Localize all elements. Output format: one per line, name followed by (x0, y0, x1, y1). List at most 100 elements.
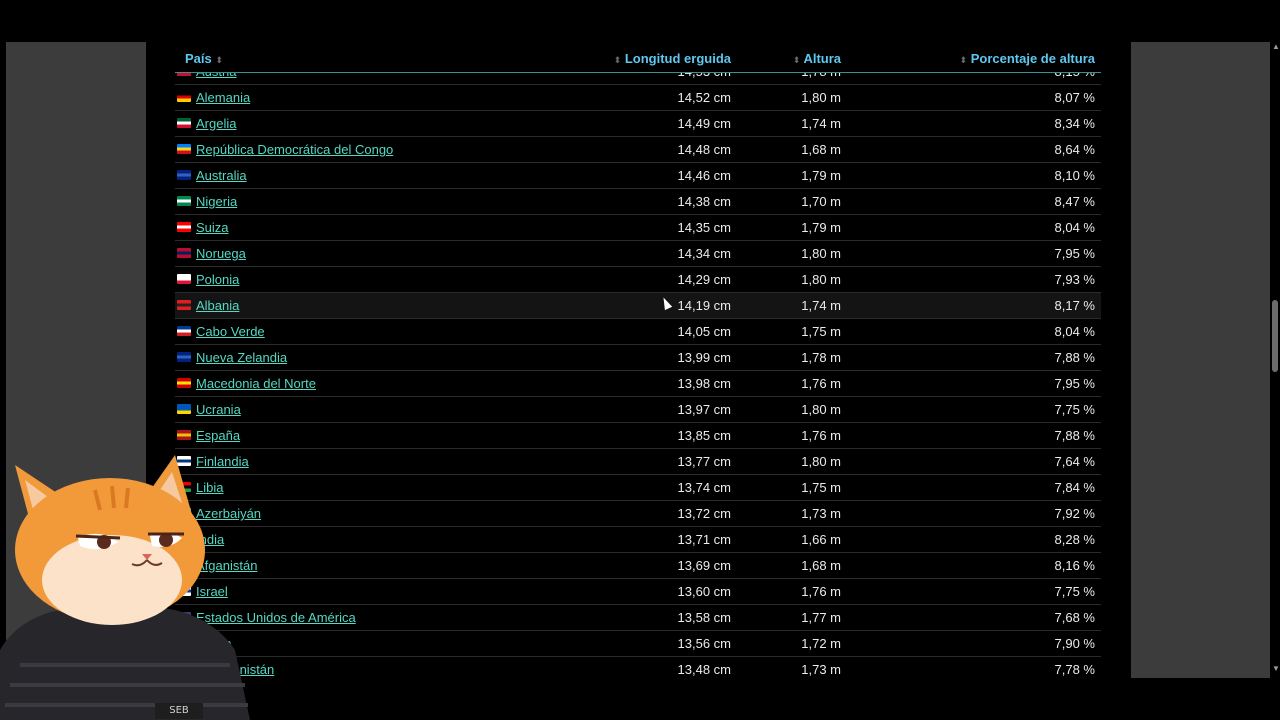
country-link[interactable]: Ucrania (196, 402, 241, 417)
flag-icon (177, 378, 191, 388)
cell-longitud: 14,46 cm (677, 168, 731, 183)
sort-icon: ⬍ (613, 55, 622, 65)
cell-porcentaje: 7,75 % (1054, 584, 1095, 599)
cell-porcentaje: 8,07 % (1054, 90, 1095, 105)
scrollbar-thumb[interactable] (1272, 300, 1278, 372)
cell-altura: 1,73 m (801, 506, 841, 521)
cell-altura: 1,80 m (801, 454, 841, 469)
cell-longitud: 13,72 cm (677, 506, 731, 521)
column-header-porcentaje[interactable]: ⬍ Porcentaje de altura (960, 51, 1095, 66)
table-row: Afganistán 13,69 cm 1,68 m 8,16 % (175, 553, 1101, 579)
cell-porcentaje: 7,93 % (1054, 272, 1095, 287)
country-link[interactable]: Macedonia del Norte (196, 376, 316, 391)
cell-longitud: 13,48 cm (677, 662, 731, 677)
country-link[interactable]: España (196, 428, 240, 443)
cell-altura: 1,77 m (801, 610, 841, 625)
country-link[interactable]: República Democrática del Congo (196, 142, 393, 157)
cell-porcentaje: 7,84 % (1054, 480, 1095, 495)
cell-porcentaje: 7,95 % (1054, 246, 1095, 261)
flag-icon (177, 274, 191, 284)
cell-altura: 1,80 m (801, 246, 841, 261)
cell-porcentaje: 7,88 % (1054, 350, 1095, 365)
cell-porcentaje: 7,92 % (1054, 506, 1095, 521)
table-row: Nueva Zelandia 13,99 cm 1,78 m 7,88 % (175, 345, 1101, 371)
cell-porcentaje: 7,68 % (1054, 610, 1095, 625)
table-row: Israel 13,60 cm 1,76 m 7,75 % (175, 579, 1101, 605)
country-link[interactable]: Argelia (196, 116, 236, 131)
table-row: Nigeria 14,38 cm 1,70 m 8,47 % (175, 189, 1101, 215)
cell-altura: 1,68 m (801, 558, 841, 573)
table-row: Ucrania 13,97 cm 1,80 m 7,75 % (175, 397, 1101, 423)
cell-longitud: 13,69 cm (677, 558, 731, 573)
country-link[interactable]: Albania (196, 298, 239, 313)
table-body: Austria14,53 cm1,78 m8,15 %Alemania14,52… (175, 59, 1101, 678)
cell-altura: 1,80 m (801, 90, 841, 105)
sort-icon: ⬍ (959, 55, 968, 65)
scroll-down-icon[interactable]: ▼ (1272, 664, 1280, 674)
cell-porcentaje: 8,28 % (1054, 532, 1095, 547)
cell-longitud: 13,85 cm (677, 428, 731, 443)
cell-altura: 1,74 m (801, 298, 841, 313)
cell-longitud: 14,49 cm (677, 116, 731, 131)
cell-altura: 1,80 m (801, 402, 841, 417)
cell-longitud: 13,97 cm (677, 402, 731, 417)
country-link[interactable]: Nueva Zelandia (196, 350, 287, 365)
cell-altura: 1,78 m (801, 350, 841, 365)
table-row: Alemania 14,52 cm 1,80 m 8,07 % (175, 85, 1101, 111)
cell-altura: 1,79 m (801, 220, 841, 235)
sort-icon: ⬍ (792, 55, 801, 65)
table-row: Libia 13,74 cm 1,75 m 7,84 % (175, 475, 1101, 501)
cell-longitud: 13,60 cm (677, 584, 731, 599)
cell-porcentaje: 8,10 % (1054, 168, 1095, 183)
cell-altura: 1,70 m (801, 194, 841, 209)
table-row: Albania 14,19 cm 1,74 m 8,17 % (175, 293, 1101, 319)
sort-icon: ⬍ (215, 55, 223, 65)
cell-porcentaje: 7,75 % (1054, 402, 1095, 417)
table-row: Noruega 14,34 cm 1,80 m 7,95 % (175, 241, 1101, 267)
cell-altura: 1,72 m (801, 636, 841, 651)
table-row: Cabo Verde 14,05 cm 1,75 m 8,04 % (175, 319, 1101, 345)
table-header: País ⬍ ⬍ Longitud erguida ⬍ Altura ⬍ Por… (175, 42, 1101, 73)
cell-longitud: 14,34 cm (677, 246, 731, 261)
cell-altura: 1,73 m (801, 662, 841, 677)
country-link[interactable]: Cabo Verde (196, 324, 265, 339)
page-content: País ⬍ ⬍ Longitud erguida ⬍ Altura ⬍ Por… (146, 42, 1131, 678)
table-row: Estados Unidos de América 13,58 cm 1,77 m7… (175, 605, 1101, 631)
scroll-up-icon[interactable]: ▲ (1272, 42, 1280, 52)
flag-icon (177, 222, 191, 232)
column-label-longitud: Longitud erguida (624, 51, 731, 66)
country-link[interactable]: Nigeria (196, 194, 237, 209)
column-header-longitud[interactable]: ⬍ Longitud erguida (614, 51, 731, 66)
cell-altura: 1,76 m (801, 584, 841, 599)
country-link[interactable]: Australia (196, 168, 247, 183)
cell-longitud: 14,52 cm (677, 90, 731, 105)
flag-icon (177, 352, 191, 362)
country-link[interactable]: Suiza (196, 220, 229, 235)
table-row: Turkmenistán13,48 cm1,73 m7,78 % (175, 657, 1101, 678)
table-row: Australia 14,46 cm 1,79 m 8,10 % (175, 163, 1101, 189)
cell-porcentaje: 8,16 % (1054, 558, 1095, 573)
cell-porcentaje: 8,34 % (1054, 116, 1095, 131)
country-link[interactable]: Polonia (196, 272, 239, 287)
table-row: Macedonia del Norte 13,98 cm 1,76 m 7,95 % (175, 371, 1101, 397)
country-link[interactable]: Noruega (196, 246, 246, 261)
column-header-altura[interactable]: ⬍ Altura (793, 51, 841, 66)
flag-icon (177, 300, 191, 310)
flag-icon (177, 144, 191, 154)
cell-longitud: 14,38 cm (677, 194, 731, 209)
flag-icon (177, 118, 191, 128)
cat-avatar-overlay (0, 455, 250, 720)
cell-longitud: 13,58 cm (677, 610, 731, 625)
table-row: España 13,85 cm 1,76 m 7,88 % (175, 423, 1101, 449)
table-row: República Democrática del Congo 14,48 cm 1… (175, 137, 1101, 163)
country-link[interactable]: Alemania (196, 90, 250, 105)
cell-longitud: 13,98 cm (677, 376, 731, 391)
cell-porcentaje: 7,78 % (1054, 662, 1095, 677)
cell-altura: 1,79 m (801, 168, 841, 183)
column-header-pais[interactable]: País ⬍ (185, 51, 223, 66)
table-row: Japón13,56 cm1,72 m7,90 % (175, 631, 1101, 657)
cell-longitud: 14,48 cm (677, 142, 731, 157)
cell-altura: 1,76 m (801, 428, 841, 443)
cell-porcentaje: 8,17 % (1054, 298, 1095, 313)
cell-longitud: 13,56 cm (677, 636, 731, 651)
